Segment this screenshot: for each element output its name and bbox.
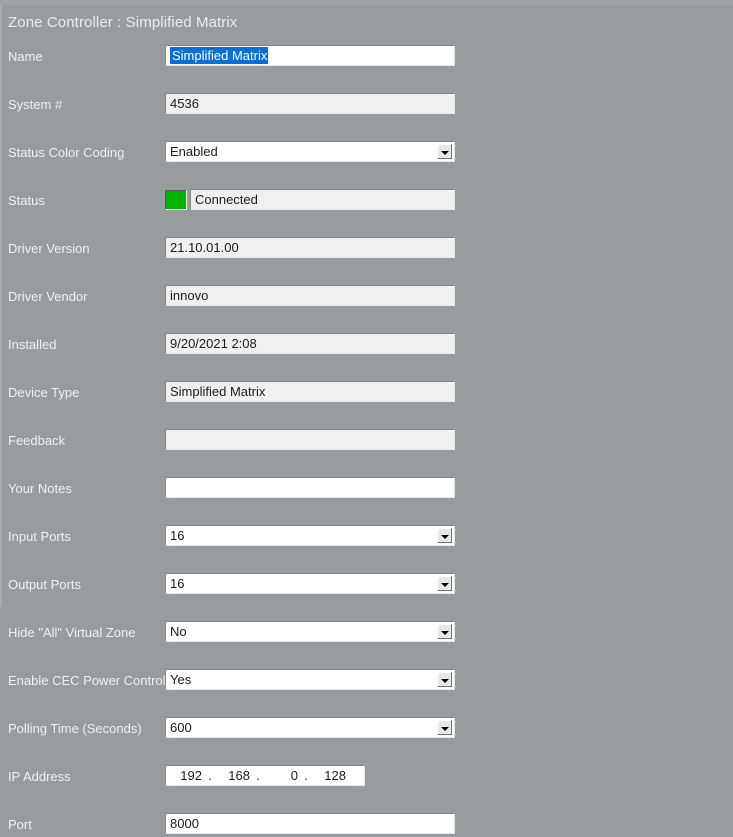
form-row-input-ports: Input Ports 16 [0,525,460,549]
status-indicator-swatch [165,190,187,210]
label-name: Name [8,49,43,64]
ip-octet-3[interactable]: 0 [264,768,300,783]
combobox-dropdown-button[interactable] [437,576,452,591]
textfield-installed: 9/20/2021 2:08 [165,333,455,354]
textfield-feedback [165,429,455,450]
label-status: Status [8,193,45,208]
label-input-ports: Input Ports [8,529,71,544]
ip-separator: . [256,768,260,783]
label-your-notes: Your Notes [8,481,72,496]
chevron-down-icon [441,727,449,731]
label-device-type: Device Type [8,385,80,400]
form-row-output-ports: Output Ports 16 [0,573,460,597]
combobox-output-ports[interactable]: 16 [165,573,455,594]
value-name: Simplified Matrix [170,47,269,64]
value-status-color-coding: Enabled [170,144,218,159]
chevron-down-icon [441,583,449,587]
combobox-dropdown-button[interactable] [437,528,452,543]
value-device-type: Simplified Matrix [170,384,266,399]
form-row-installed: Installed 9/20/2021 2:08 [0,333,460,357]
form-row-feedback: Feedback [0,429,460,453]
value-installed: 9/20/2021 2:08 [170,336,257,351]
ip-octet-1[interactable]: 192 [168,768,204,783]
combobox-dropdown-button[interactable] [437,720,452,735]
value-driver-vendor: innovo [170,288,209,303]
label-ip-address: IP Address [8,769,71,784]
combobox-input-ports[interactable]: 16 [165,525,455,546]
value-enable-cec-power-control: Yes [170,672,192,687]
textfield-port[interactable]: 8000 [165,813,455,834]
form-row-system-number: System # 4536 [0,93,460,117]
label-driver-vendor: Driver Vendor [8,289,88,304]
selected-text: Simplified Matrix [170,47,269,64]
label-port: Port [8,817,32,832]
textfield-driver-vendor: innovo [165,285,455,306]
value-polling-time-seconds: 600 [170,720,192,735]
ip-address-input[interactable]: 192. 168. 0. 128 [165,765,365,786]
device-properties-form: Name Simplified Matrix System # 4536 Status … [0,45,460,834]
form-row-enable-cec-power-control: Enable CEC Power Control Yes [0,669,460,693]
label-hide-all-virtual-zone: Hide "All" Virtual Zone [8,625,136,640]
label-output-ports: Output Ports [8,577,81,592]
combobox-status-color-coding[interactable]: Enabled [165,141,455,162]
combobox-hide-all-virtual-zone[interactable]: No [165,621,455,642]
value-hide-all-virtual-zone: No [170,624,187,639]
label-status-color-coding: Status Color Coding [8,145,125,160]
page-title: Zone Controller : Simplified Matrix [8,14,238,31]
value-input-ports: 16 [170,528,185,543]
chevron-down-icon [441,679,449,683]
form-row-device-type: Device Type Simplified Matrix [0,381,460,405]
value-driver-version: 21.10.01.00 [170,240,239,255]
combobox-dropdown-button[interactable] [437,144,452,159]
combobox-dropdown-button[interactable] [437,624,452,639]
textfield-device-type: Simplified Matrix [165,381,455,402]
label-enable-cec-power-control: Enable CEC Power Control [8,673,166,688]
form-row-status: Status Connected [0,189,460,213]
combobox-polling-time-seconds[interactable]: 600 [165,717,455,738]
label-feedback: Feedback [8,433,66,448]
combobox-enable-cec-power-control[interactable]: Yes [165,669,455,690]
form-row-polling-time-seconds: Polling Time (Seconds) 600 [0,717,460,741]
chevron-down-icon [441,631,449,635]
form-row-your-notes: Your Notes [0,477,460,501]
form-row-driver-version: Driver Version 21.10.01.00 [0,237,460,261]
window-top-edge [0,0,733,5]
value-system-number: 4536 [170,96,199,111]
chevron-down-icon [441,151,449,155]
status-value-box: Connected [190,189,455,210]
ip-separator: . [208,768,212,783]
label-installed: Installed [8,337,57,352]
textfield-name[interactable]: Simplified Matrix [165,45,455,66]
ip-separator: . [304,768,308,783]
value-output-ports: 16 [170,576,185,591]
textfield-driver-version: 21.10.01.00 [165,237,455,258]
label-polling-time-seconds: Polling Time (Seconds) [8,721,142,736]
label-driver-version: Driver Version [8,241,90,256]
chevron-down-icon [441,535,449,539]
form-row-port: Port 8000 [0,813,460,837]
textfield-your-notes[interactable] [165,477,455,498]
form-row-ip-address: IP Address 192. 168. 0. 128 [0,765,460,789]
textfield-system-number: 4536 [165,93,455,114]
form-row-hide-all-virtual-zone: Hide "All" Virtual Zone No [0,621,460,645]
ip-octet-4[interactable]: 128 [312,768,348,783]
form-row-name: Name Simplified Matrix [0,45,460,69]
value-port: 8000 [170,816,199,831]
form-row-driver-vendor: Driver Vendor innovo [0,285,460,309]
combobox-dropdown-button[interactable] [437,672,452,687]
form-row-status-color-coding: Status Color Coding Enabled [0,141,460,165]
label-system-number: System # [8,97,63,112]
status-value-text: Connected [195,192,258,207]
ip-octet-2[interactable]: 168 [216,768,252,783]
